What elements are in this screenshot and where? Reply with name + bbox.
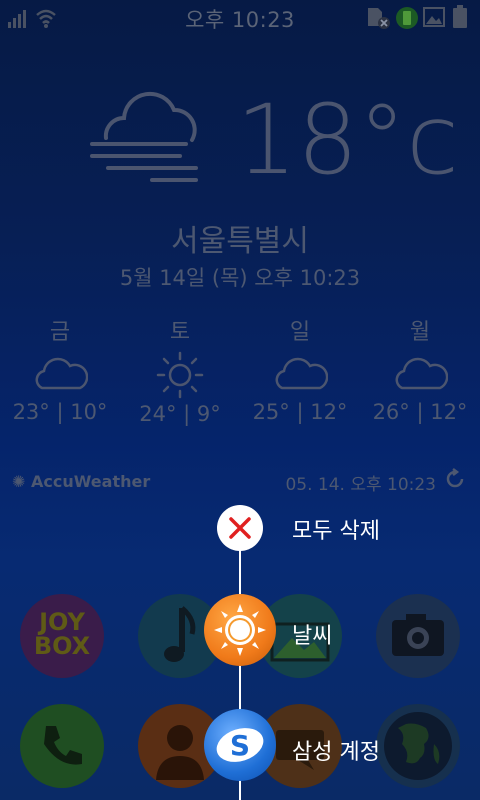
home-screen: 오후 10:23 18°c 서울특별시 5월 14일 (목) 오후 10:23 …: [0, 0, 480, 800]
camera-app-icon[interactable]: [376, 594, 460, 678]
status-bar: 오후 10:23: [0, 0, 480, 36]
joybox-app-icon[interactable]: JOY BOX: [20, 594, 104, 678]
image-icon: [423, 7, 445, 27]
internet-app-icon[interactable]: [376, 704, 460, 788]
cloud-fog-icon: [90, 91, 198, 182]
accuweather-sun-icon: ✺: [12, 472, 26, 491]
forecast-day: 토 24° | 9°: [120, 314, 240, 426]
forecast-temp: 26° | 12°: [372, 400, 468, 424]
forecast-day-label: 금: [49, 320, 71, 345]
accuweather-label: AccuWeather: [30, 472, 151, 491]
evernote-icon: [396, 7, 418, 29]
menu-item-label[interactable]: 날씨: [292, 618, 332, 650]
sun-icon: [156, 351, 204, 399]
refresh-icon[interactable]: [444, 468, 466, 490]
samsung-account-icon: S: [216, 728, 264, 762]
last-updated: 05. 14. 오후 10:23: [285, 475, 436, 495]
weather-button[interactable]: [204, 594, 276, 666]
forecast-temp: 24° | 9°: [139, 402, 221, 426]
forecast-temp: 25° | 12°: [252, 400, 348, 424]
battery-icon: [453, 5, 467, 28]
city-name: 서울특별시: [171, 224, 309, 259]
weather-sun-icon: [214, 604, 266, 656]
cloud-icon: [35, 357, 88, 390]
accuweather-logo: ✺ AccuWeather: [12, 472, 150, 491]
delete-all-button[interactable]: [217, 505, 263, 551]
cloud-icon: [275, 357, 328, 390]
weather-datetime: 5월 14일 (목) 오후 10:23: [119, 266, 361, 290]
samsung-account-button[interactable]: S: [204, 709, 276, 781]
forecast-day-label: 토: [169, 320, 191, 345]
phone-icon: [44, 726, 82, 765]
globe-icon: [384, 712, 452, 780]
forecast-day-label: 월: [409, 320, 431, 345]
close-icon: [229, 517, 251, 539]
svg-text:S: S: [230, 729, 250, 762]
forecast-day-label: 일: [289, 320, 311, 345]
phone-app-icon[interactable]: [20, 704, 104, 788]
camera-icon: [392, 614, 444, 656]
menu-item-label[interactable]: 삼성 계정: [292, 734, 380, 766]
forecast-temp: 23° | 10°: [12, 400, 108, 424]
joybox-line2: BOX: [33, 632, 91, 660]
forecast-day: 월 26° | 12°: [360, 314, 480, 424]
sd-card-icon: [368, 8, 390, 29]
menu-item-label[interactable]: 모두 삭제: [292, 513, 380, 545]
current-temperature: 18°c: [236, 84, 459, 196]
cloud-icon: [395, 357, 448, 390]
forecast-day: 금 23° | 10°: [0, 314, 120, 424]
forecast-day: 일 25° | 12°: [240, 314, 360, 424]
